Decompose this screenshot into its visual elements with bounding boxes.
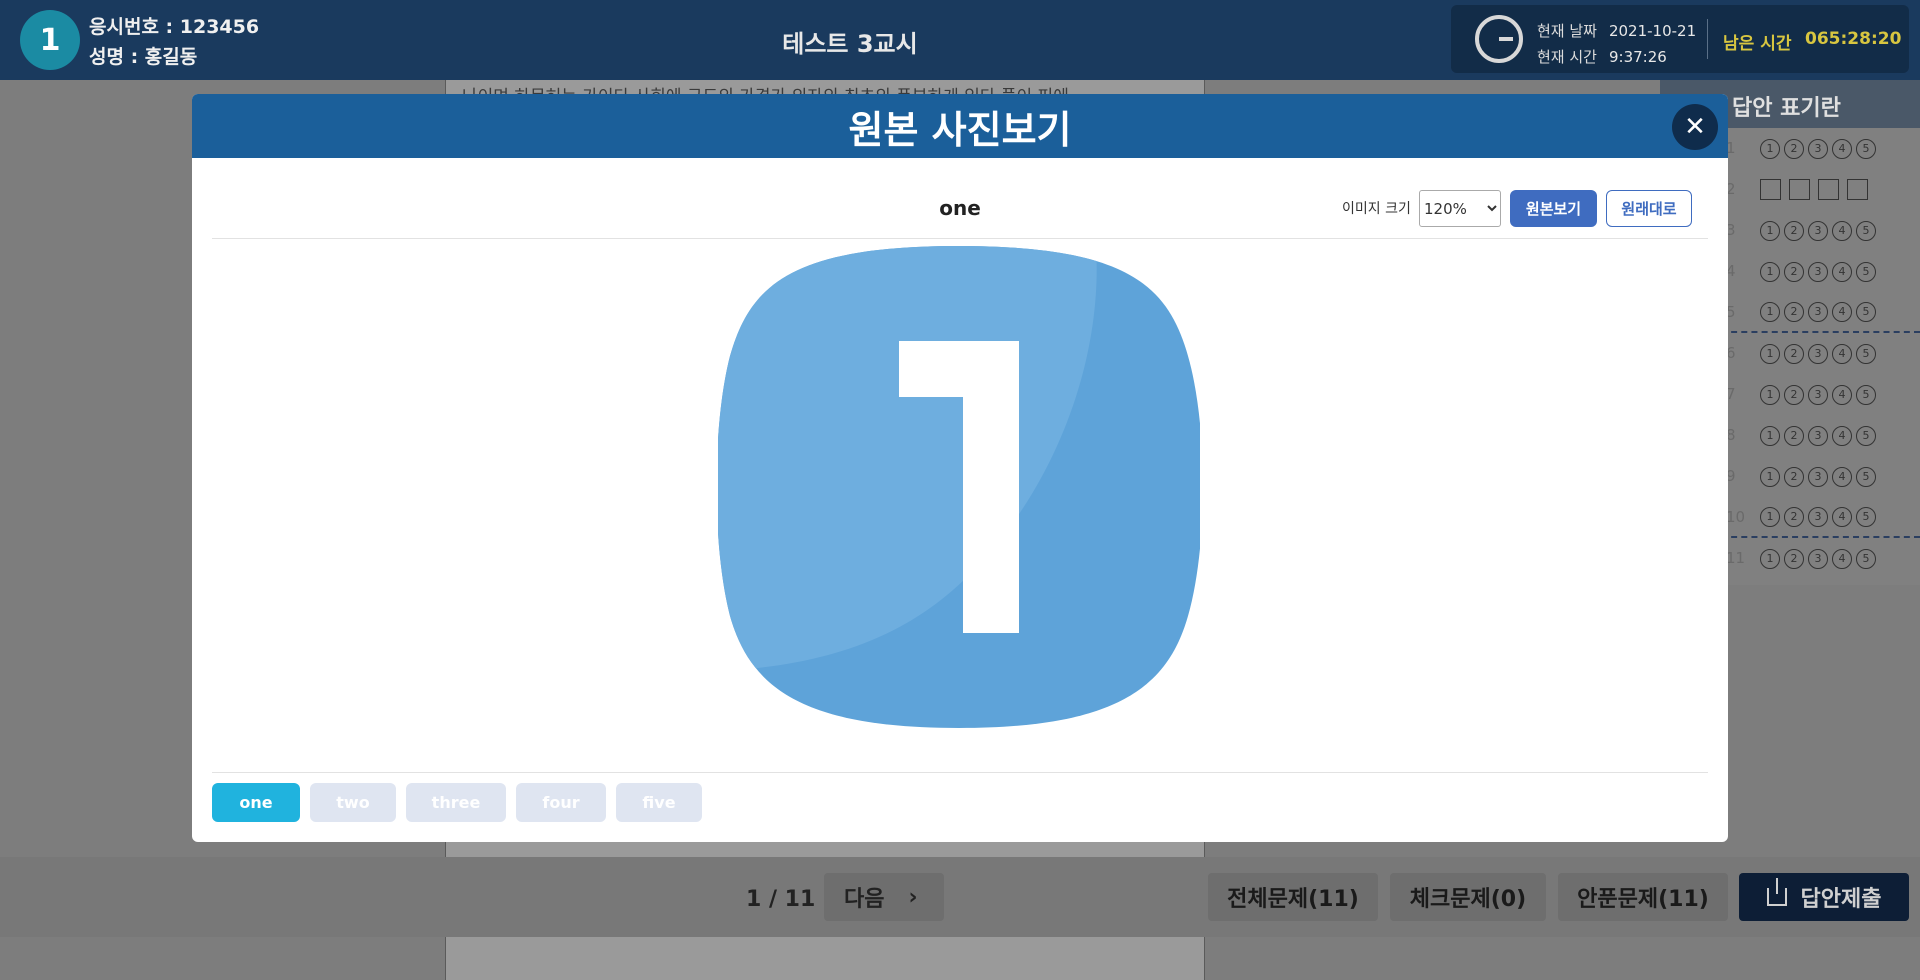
restore-button[interactable]: 원래대로 [1606,190,1692,227]
answer-option[interactable]: 1 [1760,220,1780,241]
answer-option[interactable]: 4 [1832,506,1852,527]
answer-option[interactable]: 5 [1856,261,1876,282]
modal-title: 원본 사진보기 [848,107,1072,152]
answer-option[interactable]: 1 [1760,466,1780,487]
answer-checkbox[interactable] [1760,179,1781,200]
answer-option[interactable]: 4 [1832,138,1852,159]
close-icon[interactable]: ✕ [1672,104,1718,150]
answer-option[interactable]: 1 [1760,343,1780,364]
answer-option[interactable]: 2 [1784,506,1804,527]
checked-questions-button[interactable]: 체크문제(0) [1390,873,1546,921]
answer-checkbox[interactable] [1847,179,1868,200]
answer-option[interactable]: 5 [1856,301,1876,322]
thumbnail-tab-two[interactable]: two [310,783,396,822]
answer-option[interactable]: 1 [1760,384,1780,405]
answer-option[interactable]: 3 [1808,506,1828,527]
answer-option[interactable]: 2 [1784,261,1804,282]
answer-option[interactable]: 5 [1856,343,1876,364]
answer-option[interactable]: 2 [1784,343,1804,364]
view-original-button[interactable]: 원본보기 [1510,190,1597,227]
answer-option[interactable]: 3 [1808,343,1828,364]
thumbnail-tab-four[interactable]: four [516,783,606,822]
answer-option[interactable]: 5 [1856,506,1876,527]
next-button[interactable]: 다음 › [824,873,944,921]
exam-title: 테스트 3교시 [782,30,918,58]
answer-option[interactable]: 3 [1808,261,1828,282]
answer-option[interactable]: 5 [1856,138,1876,159]
answer-option[interactable]: 5 [1856,548,1876,569]
image-size-label: 이미지 크기 [1342,201,1411,217]
number-one-image [718,246,1200,728]
next-label: 다음 [844,887,885,912]
answer-option[interactable]: 4 [1832,425,1852,446]
thumbnail-tab-three[interactable]: three [406,783,506,822]
upload-icon [1766,878,1787,906]
answer-option[interactable]: 3 [1808,138,1828,159]
answer-option[interactable]: 4 [1832,466,1852,487]
answer-option[interactable]: 2 [1784,466,1804,487]
answer-option[interactable]: 5 [1856,220,1876,241]
image-size-select[interactable]: 100%120%150%200% [1419,190,1501,227]
divider [212,238,1708,239]
submit-label: 답안제출 [1800,887,1882,912]
answer-option[interactable]: 4 [1832,261,1852,282]
answer-option[interactable]: 2 [1784,301,1804,322]
answer-row-number: 10 [1726,508,1746,526]
remaining-label: 남은 시간 [1723,34,1792,54]
thumbnail-tab-five[interactable]: five [616,783,702,822]
clock-icon [1475,15,1523,63]
top-bar: 1 응시번호 : 123456 성명 : 홍길동 테스트 3교시 현재 날짜 20… [0,0,1920,80]
answer-option[interactable]: 2 [1784,425,1804,446]
answer-option[interactable]: 2 [1784,220,1804,241]
answer-option[interactable]: 5 [1856,425,1876,446]
unanswered-questions-button[interactable]: 안푼문제(11) [1558,873,1728,921]
thumbnail-tab-one[interactable]: one [212,783,300,822]
answer-row-number: 11 [1726,549,1746,567]
chevron-right-icon: › [908,884,918,910]
answer-option[interactable]: 3 [1808,301,1828,322]
answer-option[interactable]: 1 [1760,138,1780,159]
answer-option[interactable]: 5 [1856,466,1876,487]
answer-option[interactable]: 4 [1832,220,1852,241]
all-questions-button[interactable]: 전체문제(11) [1208,873,1378,921]
answer-option[interactable]: 1 [1760,506,1780,527]
answer-option[interactable]: 1 [1760,301,1780,322]
answer-option[interactable]: 4 [1832,301,1852,322]
image-viewer-modal: 원본 사진보기 ✕ one 이미지 크기 100%120%150%200% 원본… [192,94,1728,842]
modal-header: 원본 사진보기 [192,94,1728,158]
answer-option[interactable]: 5 [1856,384,1876,405]
answer-option[interactable]: 2 [1784,548,1804,569]
submit-button[interactable]: 답안제출 [1739,873,1909,921]
bottom-bar: 1 / 11 다음 › 전체문제(11) 체크문제(0) 안푼문제(11) 답안… [0,857,1920,937]
answer-option[interactable]: 1 [1760,425,1780,446]
time-value: 9:37:26 [1608,48,1667,66]
answer-option[interactable]: 4 [1832,343,1852,364]
page-indicator: 1 / 11 [746,887,816,912]
remaining-time: 065:28:20 [1805,29,1902,49]
answer-option[interactable]: 3 [1808,384,1828,405]
answer-option[interactable]: 3 [1808,220,1828,241]
answer-option[interactable]: 4 [1832,548,1852,569]
answer-option[interactable]: 1 [1760,261,1780,282]
answer-option[interactable]: 2 [1784,138,1804,159]
thumbnail-tabs: one two three four five [212,783,702,822]
answer-option[interactable]: 1 [1760,548,1780,569]
clock-divider [1707,19,1708,59]
clock-box: 현재 날짜 2021-10-21 현재 시간 9:37:26 남은 시간 065:2… [1451,5,1909,73]
divider [212,772,1708,773]
time-label: 현재 시간 [1537,48,1597,66]
answer-checkbox[interactable] [1789,179,1810,200]
answer-checkbox[interactable] [1818,179,1839,200]
date-value: 2021-10-21 [1608,22,1697,40]
date-label: 현재 날짜 [1537,22,1597,40]
answer-option[interactable]: 2 [1784,384,1804,405]
answer-option[interactable]: 3 [1808,548,1828,569]
answer-option[interactable]: 3 [1808,425,1828,446]
answer-option[interactable]: 4 [1832,384,1852,405]
answer-option[interactable]: 3 [1808,466,1828,487]
